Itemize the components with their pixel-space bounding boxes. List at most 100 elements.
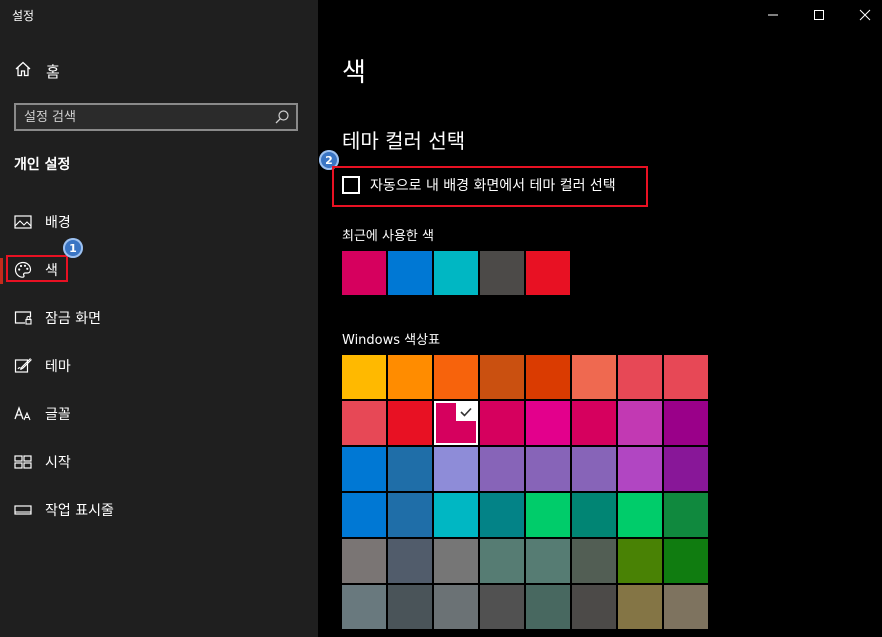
section-title: 개인 설정 [14, 157, 71, 173]
palette-label: Windows 색상표 [342, 333, 441, 348]
palette-color-swatch[interactable] [618, 493, 662, 537]
palette-color-swatch[interactable] [388, 539, 432, 583]
palette-color-swatch[interactable] [342, 585, 386, 629]
palette-color-swatch[interactable] [434, 539, 478, 583]
palette-color-swatch-selected[interactable] [434, 401, 478, 445]
theme-brush-icon [13, 356, 33, 376]
recent-colors-label: 최근에 사용한 색 [342, 229, 434, 244]
minimize-button[interactable] [750, 0, 796, 30]
sidebar-item-label: 글꼴 [45, 407, 71, 423]
sidebar-item-label: 잠금 화면 [45, 311, 101, 327]
palette-color-swatch[interactable] [388, 355, 432, 399]
sidebar-item-theme[interactable]: 테마 [13, 354, 71, 378]
palette-color-swatch[interactable] [388, 401, 432, 445]
palette-color-swatch[interactable] [572, 355, 616, 399]
active-indicator [0, 258, 3, 284]
sidebar-item-background[interactable]: 배경 [13, 210, 71, 234]
palette-color-swatch[interactable] [664, 355, 708, 399]
palette-color-swatch[interactable] [388, 493, 432, 537]
palette-color-swatch[interactable] [526, 539, 570, 583]
palette-color-swatch[interactable] [434, 493, 478, 537]
palette-color-swatch[interactable] [434, 447, 478, 491]
palette-color-swatch[interactable] [572, 585, 616, 629]
palette-color-swatch[interactable] [618, 539, 662, 583]
palette-color-swatch[interactable] [342, 539, 386, 583]
palette-color-swatch[interactable] [526, 355, 570, 399]
sidebar-item-label: 테마 [45, 359, 71, 375]
maximize-button[interactable] [796, 0, 842, 30]
sidebar-item-label: 배경 [45, 215, 71, 231]
palette-color-swatch[interactable] [664, 493, 708, 537]
sidebar-item-fonts[interactable]: 글꼴 [13, 402, 71, 426]
auto-color-checkbox-label: 자동으로 내 배경 화면에서 테마 컬러 선택 [370, 178, 616, 194]
picture-icon [13, 212, 33, 232]
recent-color-swatch[interactable] [342, 251, 386, 295]
page-title: 색 [342, 58, 366, 88]
palette-color-swatch[interactable] [618, 355, 662, 399]
palette-color-swatch[interactable] [434, 355, 478, 399]
section-title: 테마 컬러 선택 [342, 129, 466, 153]
sidebar: 설정 홈 개인 설정 배경 색 1 잠금 화면 [0, 0, 318, 637]
step-badge-1: 1 [63, 238, 83, 258]
palette-color-swatch[interactable] [526, 401, 570, 445]
palette-color-swatch[interactable] [526, 447, 570, 491]
recent-color-swatch[interactable] [388, 251, 432, 295]
palette-color-swatch[interactable] [342, 401, 386, 445]
start-tiles-icon [13, 452, 33, 472]
palette-color-swatch[interactable] [618, 401, 662, 445]
palette-color-swatch[interactable] [480, 585, 524, 629]
lock-screen-icon [13, 308, 33, 328]
palette-color-swatch[interactable] [572, 401, 616, 445]
palette-color-swatch[interactable] [480, 355, 524, 399]
sidebar-item-start[interactable]: 시작 [13, 450, 71, 474]
palette-color-swatch[interactable] [664, 585, 708, 629]
close-button[interactable] [842, 0, 882, 30]
palette-color-swatch[interactable] [664, 401, 708, 445]
sidebar-item-label: 작업 표시줄 [45, 503, 114, 519]
highlight-box-color-item [6, 255, 68, 282]
palette-color-swatch[interactable] [434, 585, 478, 629]
palette-color-swatch[interactable] [342, 447, 386, 491]
sidebar-item-label: 시작 [45, 455, 71, 471]
palette-color-swatch[interactable] [572, 493, 616, 537]
home-label: 홈 [46, 62, 60, 81]
palette-color-swatch[interactable] [388, 585, 432, 629]
palette-color-swatch[interactable] [480, 539, 524, 583]
font-icon [13, 404, 33, 424]
palette-color-swatch[interactable] [342, 355, 386, 399]
window-title: 설정 [12, 9, 35, 23]
search-icon[interactable] [274, 109, 290, 129]
auto-color-checkbox[interactable] [342, 176, 360, 194]
taskbar-icon [13, 500, 33, 520]
main-content: 색 테마 컬러 선택 2 자동으로 내 배경 화면에서 테마 컬러 선택 최근에… [318, 0, 882, 637]
palette-color-swatch[interactable] [618, 585, 662, 629]
recent-color-swatch[interactable] [526, 251, 570, 295]
minimize-icon [767, 6, 779, 25]
checkmark-icon [456, 403, 476, 421]
palette-color-swatch[interactable] [664, 447, 708, 491]
close-icon [859, 6, 871, 25]
palette-color-swatch[interactable] [480, 401, 524, 445]
sidebar-item-taskbar[interactable]: 작업 표시줄 [13, 498, 114, 522]
auto-color-checkbox-row[interactable]: 자동으로 내 배경 화면에서 테마 컬러 선택 [342, 175, 616, 195]
windows-color-palette [342, 355, 708, 629]
palette-color-swatch[interactable] [618, 447, 662, 491]
recent-color-swatch[interactable] [480, 251, 524, 295]
palette-color-swatch[interactable] [480, 493, 524, 537]
sidebar-item-home[interactable]: 홈 [14, 60, 60, 82]
sidebar-item-lock-screen[interactable]: 잠금 화면 [13, 306, 101, 330]
search-box[interactable] [14, 103, 298, 131]
palette-color-swatch[interactable] [480, 447, 524, 491]
recent-color-swatch[interactable] [434, 251, 478, 295]
palette-color-swatch[interactable] [388, 447, 432, 491]
palette-color-swatch[interactable] [526, 493, 570, 537]
palette-color-swatch[interactable] [572, 447, 616, 491]
home-icon [14, 60, 32, 82]
search-input[interactable] [24, 107, 264, 127]
palette-color-swatch[interactable] [342, 493, 386, 537]
recent-colors [342, 251, 570, 295]
palette-color-swatch[interactable] [526, 585, 570, 629]
maximize-icon [813, 6, 825, 25]
palette-color-swatch[interactable] [664, 539, 708, 583]
palette-color-swatch[interactable] [572, 539, 616, 583]
